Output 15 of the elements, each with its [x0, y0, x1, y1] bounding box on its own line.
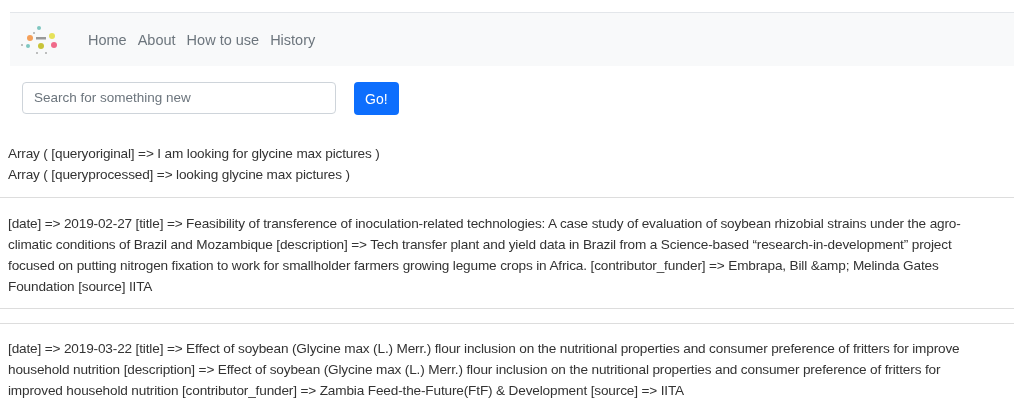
- result-text: [date] => 2019-03-22 [title] => Effect of soybean (Glycine max (L.) Merr.) flour inclusion on the nutritional properties and consumer preference of fritters for improve: [7, 340, 961, 358]
- nav-link[interactable]: History: [270, 31, 316, 48]
- result-text: improved household nutrition [contributor_funder] => Zambia Feed-the-Future(FtF) & Development [source] => IITA: [7, 382, 685, 400]
- go-button[interactable]: Go!: [354, 82, 399, 115]
- result-text: [date] => 2019-02-27 [title] => Feasibility of transference of inoculation-related technologies: A case study of evaluation of soybean rhizobial strains under the agro-: [7, 215, 962, 233]
- result-text: climatic conditions of Brazil and Mozambique [description] => Tech transfer plant and yield data in Brazil from a Science-based “research-in-development” project: [7, 236, 953, 254]
- query-line: Array ( [queryoriginal] => I am looking for glycine max pictures ): [7, 145, 381, 163]
- result-text: focused on putting nitrogen fixation to work for smallholder farmers growing legume crops in Africa. [contributor_funder] => Embrapa, Bill &amp; Melinda Gates: [7, 257, 940, 275]
- search-field[interactable]: Search for something new: [22, 81, 336, 114]
- nav-link[interactable]: Home: [88, 31, 127, 48]
- query-line: Array ( [queryprocessed] => looking glycine max pictures ): [7, 166, 351, 184]
- nav-link[interactable]: About: [137, 31, 176, 48]
- result-text: Foundation [source] IITA: [7, 278, 154, 296]
- nav-link[interactable]: How to use: [186, 31, 260, 48]
- result-text: household nutrition [description] => Effect of soybean (Glycine max (L.) Merr.) flour inclusion on the nutritional properties and consumer preference of fritters for: [7, 361, 942, 379]
